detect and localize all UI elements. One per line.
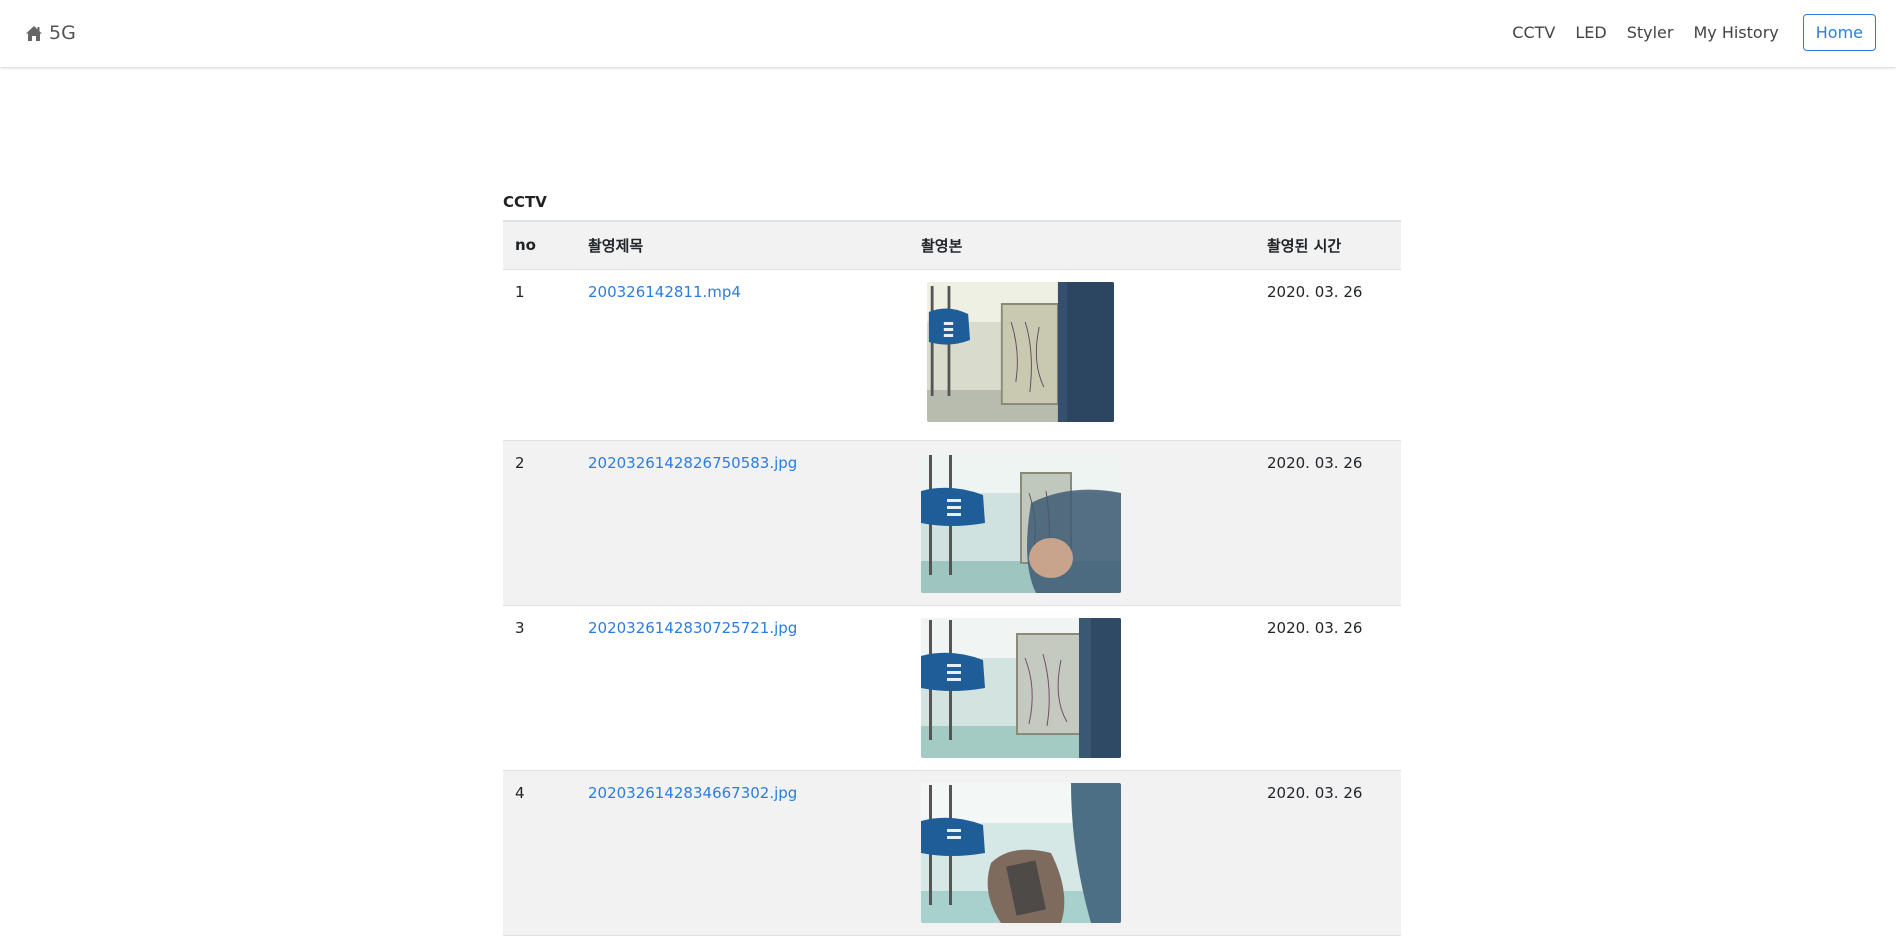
table-row: 3 2020326142830725721.jpg 2020. 03. 26 [503, 605, 1401, 770]
row-no: 1 [515, 282, 525, 301]
file-link[interactable]: 2020326142830725721.jpg [588, 619, 797, 637]
row-time: 2020. 03. 26 [1267, 783, 1363, 802]
navbar: 5G CCTV LED Styler My History Home [0, 0, 1896, 67]
table-row: 1 200326142811.mp4 2020. 03. 26 [503, 269, 1401, 440]
nav-link-my-history[interactable]: My History [1693, 23, 1778, 42]
cctv-table: no 촬영제목 촬영본 촬영된 시간 1 200326142811.mp4 20… [503, 220, 1401, 936]
thumbnail-image[interactable] [921, 452, 1121, 593]
file-link[interactable]: 2020326142826750583.jpg [588, 454, 797, 472]
row-no: 2 [515, 453, 525, 472]
nav-link-cctv[interactable]: CCTV [1512, 23, 1555, 42]
thumbnail-image[interactable] [921, 782, 1121, 923]
table-row: 2 2020326142826750583.jpg 2020. 03. 26 [503, 440, 1401, 605]
table-caption: CCTV [503, 193, 547, 211]
main-content: CCTV no 촬영제목 촬영본 촬영된 시간 1 200326142811.m… [503, 190, 1401, 936]
header-time: 촬영된 시간 [1267, 236, 1342, 255]
table-header: no 촬영제목 촬영본 촬영된 시간 [503, 221, 1401, 269]
row-time: 2020. 03. 26 [1267, 618, 1363, 637]
row-no: 4 [515, 783, 525, 802]
thumbnail-image[interactable] [927, 281, 1114, 422]
nav-link-styler[interactable]: Styler [1627, 23, 1674, 42]
home-button[interactable]: Home [1802, 14, 1876, 51]
header-no: no [515, 236, 536, 255]
row-time: 2020. 03. 26 [1267, 282, 1363, 301]
row-time: 2020. 03. 26 [1267, 453, 1363, 472]
header-title: 촬영제목 [588, 236, 644, 255]
brand[interactable]: 5G [25, 22, 76, 44]
nav-links: CCTV LED Styler My History Home [1492, 14, 1876, 51]
nav-link-led[interactable]: LED [1575, 23, 1606, 42]
table-row: 4 2020326142834667302.jpg 2020. 03. 26 [503, 770, 1401, 935]
brand-label: 5G [49, 22, 76, 44]
file-link[interactable]: 200326142811.mp4 [588, 283, 741, 301]
row-no: 3 [515, 618, 525, 637]
header-capture: 촬영본 [921, 236, 963, 255]
home-icon [26, 25, 42, 41]
file-link[interactable]: 2020326142834667302.jpg [588, 784, 797, 802]
thumbnail-image[interactable] [921, 617, 1121, 758]
